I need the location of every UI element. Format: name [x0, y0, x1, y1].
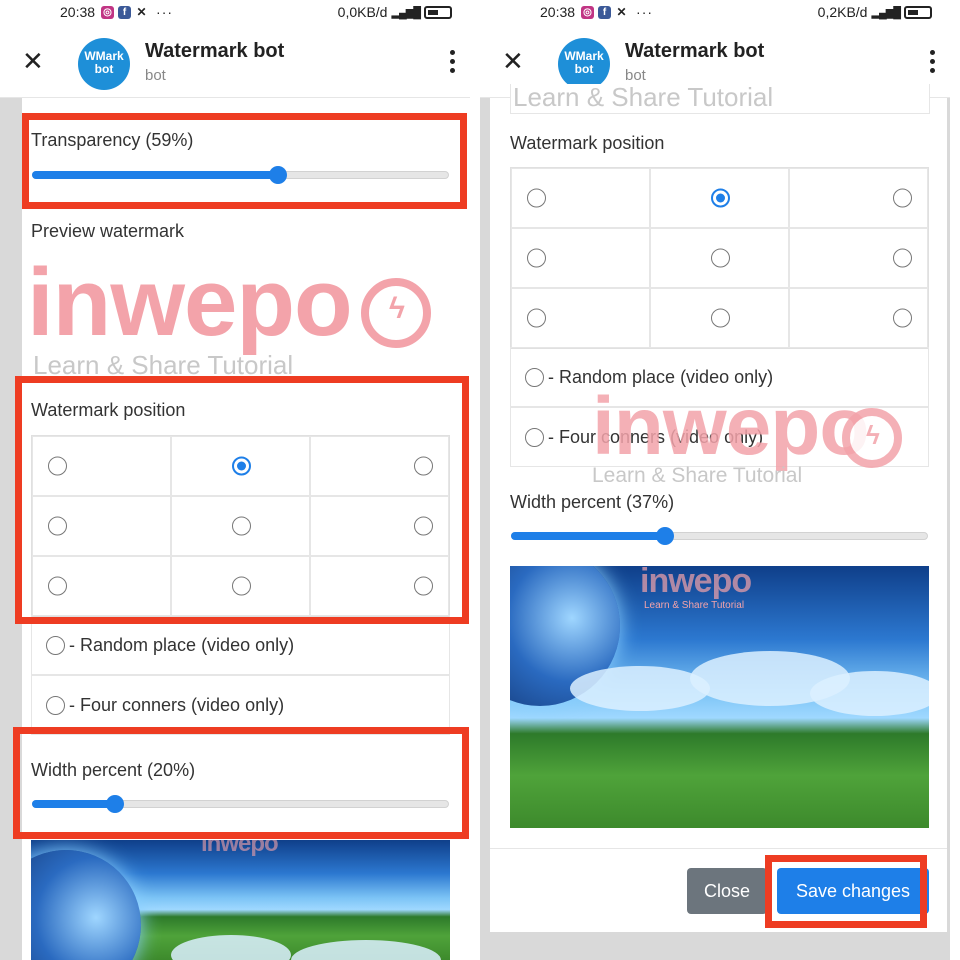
position-top-center[interactable]	[650, 168, 789, 228]
highlight-transparency	[22, 113, 467, 209]
status-time: 20:38	[540, 4, 576, 20]
width-label: Width percent (37%)	[510, 492, 675, 512]
random-place-label: - Random place (video only)	[69, 634, 295, 655]
radio-middle-right[interactable]	[893, 248, 912, 268]
cloud-shape	[171, 935, 291, 960]
instagram-icon: ◎	[581, 5, 595, 19]
highlight-save	[765, 855, 927, 928]
preview-image: inwepo Learn & Share Tutorial	[510, 566, 929, 828]
bulb-logo-icon: ϟ	[842, 408, 902, 468]
radio-bottom-left[interactable]	[527, 308, 546, 328]
left-screenshot: 20:38 ◎ f ✕ ··· 0,0KB/d ▂▄▆█ ✕ WMark bot…	[0, 0, 470, 960]
position-middle-right[interactable]	[789, 228, 928, 288]
position-grid	[510, 167, 929, 349]
status-time: 20:38	[60, 4, 96, 20]
cloud-shape	[291, 940, 441, 960]
cloud-shape	[810, 671, 929, 716]
facebook-icon: f	[118, 5, 132, 19]
cloud-shape	[570, 666, 710, 711]
four-corners-label: - Four conners (video only)	[69, 694, 285, 715]
avatar-text: bot	[94, 62, 114, 76]
radio-random-place[interactable]	[525, 367, 544, 387]
position-bottom-right[interactable]	[789, 288, 928, 348]
watermark-preview-cropped: Learn & Share Tutorial	[510, 84, 930, 114]
radio-bottom-center[interactable]	[710, 308, 730, 328]
close-icon[interactable]: ✕	[22, 48, 44, 74]
more-notifications-icon: ···	[636, 4, 654, 20]
image-watermark: inwepo	[640, 566, 752, 600]
radio-four-corners[interactable]	[46, 695, 65, 715]
bot-title: Watermark bot	[625, 40, 765, 62]
more-vert-icon[interactable]	[450, 50, 456, 77]
more-vert-icon[interactable]	[930, 50, 936, 77]
position-bottom-left[interactable]	[511, 288, 650, 348]
radio-top-center[interactable]	[710, 188, 730, 208]
radio-four-corners[interactable]	[525, 427, 544, 447]
position-bottom-center[interactable]	[650, 288, 789, 348]
chat-header: ✕ WMark bot Watermark bot bot	[0, 24, 470, 98]
position-middle-left[interactable]	[511, 228, 650, 288]
random-place-option[interactable]: - Random place (video only)	[31, 615, 450, 675]
preview-label: Preview watermark	[31, 221, 185, 241]
radio-middle-center[interactable]	[710, 248, 730, 268]
four-corners-option[interactable]: - Four conners (video only)	[31, 675, 450, 735]
bot-subtitle: bot	[625, 67, 646, 84]
close-button[interactable]: Close	[687, 868, 767, 914]
position-top-right[interactable]	[789, 168, 928, 228]
radio-middle-left[interactable]	[527, 248, 546, 268]
bot-subtitle: bot	[145, 67, 166, 84]
position-middle-center[interactable]	[650, 228, 789, 288]
image-watermark: inwepo	[201, 840, 279, 857]
more-notifications-icon: ···	[156, 4, 174, 20]
watermark-preview: inwepo ϟ Learn & Share Tutorial	[31, 256, 450, 376]
status-bar: 20:38 ◎ f ✕ ··· 0,0KB/d ▂▄▆█	[0, 0, 470, 24]
radio-random-place[interactable]	[46, 635, 65, 655]
avatar-text: bot	[574, 62, 594, 76]
settings-sheet: Learn & Share Tutorial Watermark positio…	[490, 84, 947, 932]
planet-shape	[31, 850, 141, 960]
width-slider[interactable]	[511, 527, 928, 545]
watermark-tagline: Learn & Share Tutorial	[33, 350, 294, 376]
right-screenshot: 20:38 ◎ f ✕ ··· 0,2KB/d ▂▄▆█ ✕ WMark bot…	[480, 0, 950, 960]
close-icon[interactable]: ✕	[502, 48, 524, 74]
bot-avatar[interactable]: WMark bot	[78, 38, 130, 90]
battery-icon	[904, 5, 932, 19]
preview-image: inwepo	[31, 840, 450, 960]
network-speed: 0,0KB/d	[337, 4, 388, 20]
bot-title: Watermark bot	[145, 40, 285, 62]
facebook-icon: f	[598, 5, 612, 19]
image-watermark-tagline: Learn & Share Tutorial	[644, 600, 745, 611]
panel-divider	[470, 0, 480, 960]
watermark-overlay-tagline: Learn & Share Tutorial	[592, 464, 803, 487]
status-bar: 20:38 ◎ f ✕ ··· 0,2KB/d ▂▄▆█	[480, 0, 950, 24]
position-label: Watermark position	[510, 133, 665, 153]
instagram-icon: ◎	[101, 5, 115, 19]
watermark-overlay-brand: inwepo	[592, 381, 869, 472]
watermark-brand: inwepo	[31, 256, 353, 356]
signal-icon: ▂▄▆█	[391, 6, 420, 19]
position-top-left[interactable]	[511, 168, 650, 228]
highlight-position	[15, 376, 469, 624]
bulb-logo-icon: ϟ	[361, 278, 431, 348]
battery-icon	[424, 5, 452, 19]
radio-top-left[interactable]	[527, 188, 546, 208]
watermark-tagline: Learn & Share Tutorial	[513, 84, 774, 112]
footer-divider	[490, 848, 947, 849]
bot-avatar[interactable]: WMark bot	[558, 38, 610, 90]
highlight-width	[13, 727, 469, 839]
radio-top-right[interactable]	[893, 188, 912, 208]
network-speed: 0,2KB/d	[817, 4, 868, 20]
radio-bottom-right[interactable]	[893, 308, 912, 328]
signal-icon: ▂▄▆█	[871, 6, 900, 19]
capcut-icon: ✕	[615, 4, 629, 19]
capcut-icon: ✕	[135, 4, 149, 19]
